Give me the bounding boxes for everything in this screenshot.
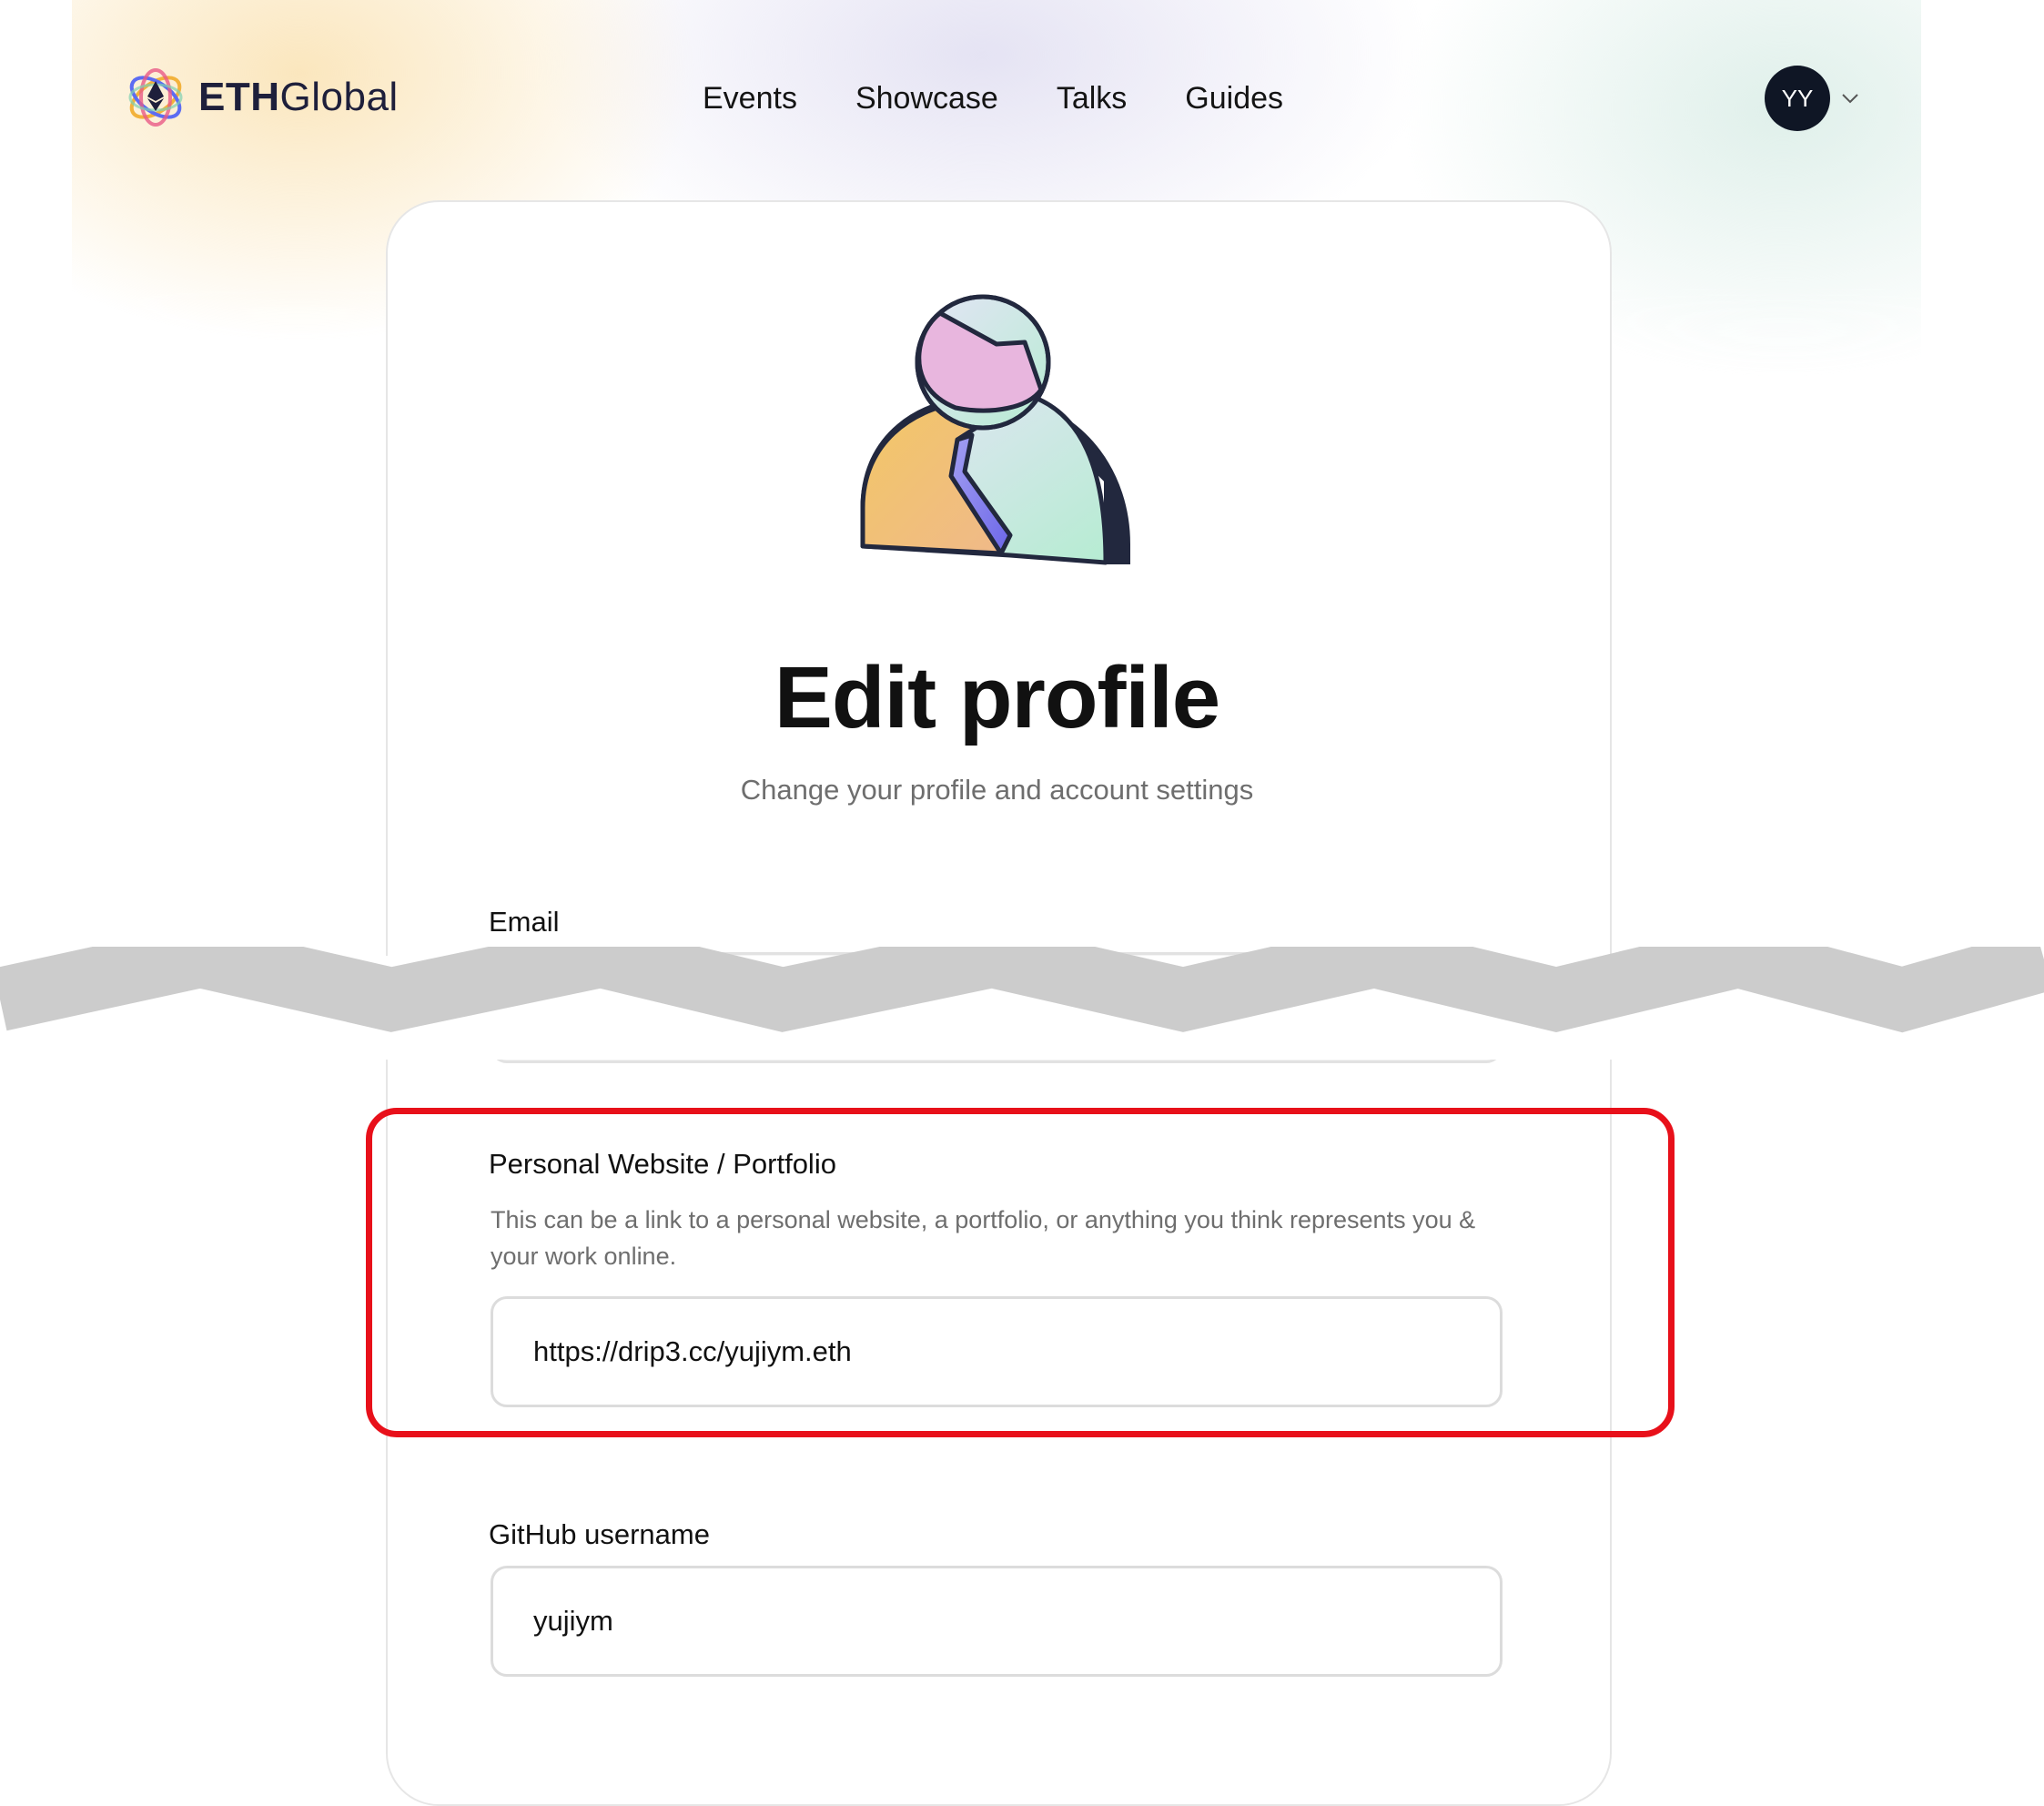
profile-person-icon	[860, 294, 1130, 565]
nav-item-talks[interactable]: Talks	[1057, 76, 1127, 120]
annotation-highlight-box	[366, 1108, 1675, 1437]
top-navigation-bar: ETHGlobal Events Showcase Talks Guides Y…	[0, 0, 2044, 200]
user-avatar[interactable]: YY	[1765, 66, 1830, 131]
chevron-down-icon[interactable]	[1838, 86, 1862, 110]
ethglobal-logo-icon	[128, 68, 183, 127]
nav-item-guides[interactable]: Guides	[1185, 76, 1283, 120]
zigzag-cut-divider	[0, 947, 2044, 1033]
github-label: GitHub username	[489, 1518, 710, 1550]
page-subtitle: Change your profile and account settings	[740, 774, 1254, 806]
brand-name: ETHGlobal	[198, 75, 399, 119]
nav-item-showcase[interactable]: Showcase	[855, 76, 998, 120]
main-nav: Events Showcase Talks Guides	[703, 76, 1341, 120]
ethglobal-logo[interactable]: ETHGlobal	[124, 66, 399, 129]
page-title: Edit profile	[774, 649, 1220, 746]
email-label: Email	[489, 906, 560, 938]
nav-item-events[interactable]: Events	[703, 76, 797, 120]
github-field[interactable]	[491, 1566, 1503, 1677]
github-input[interactable]	[531, 1604, 1500, 1639]
